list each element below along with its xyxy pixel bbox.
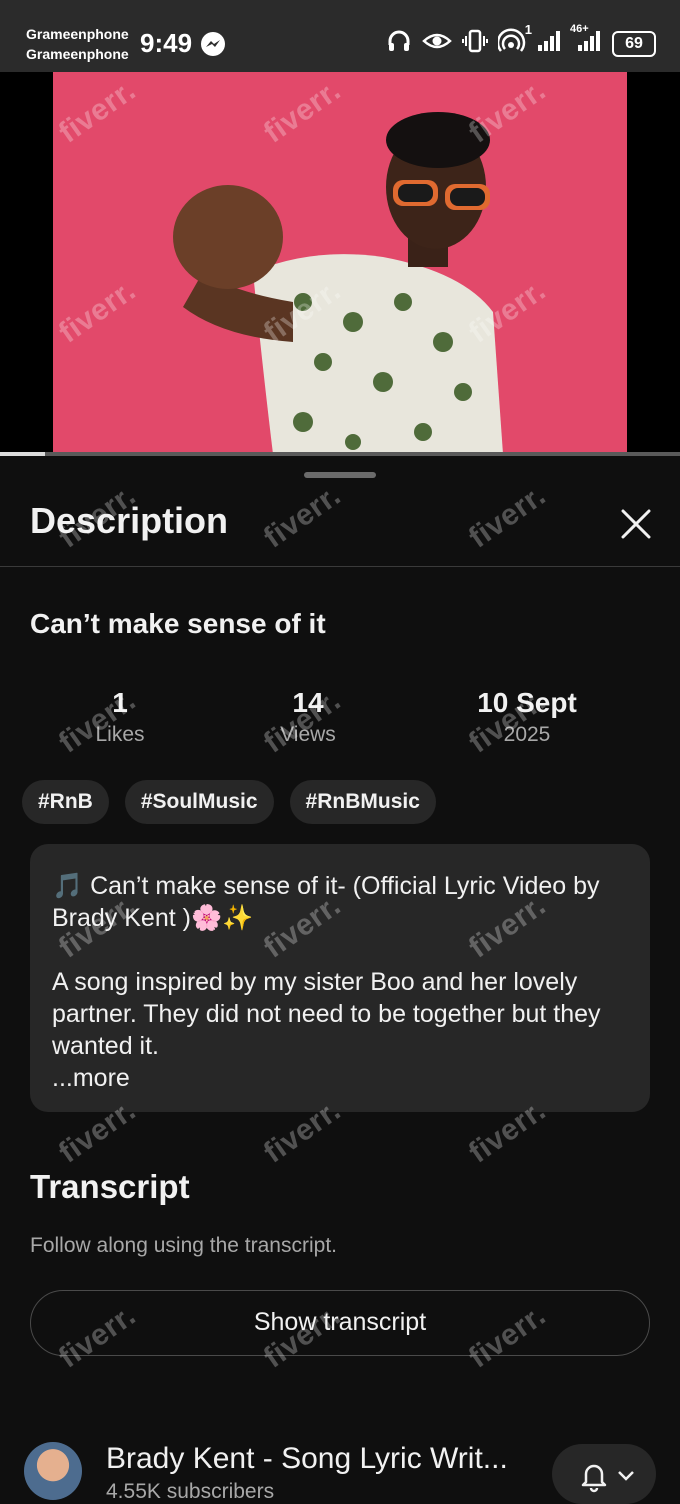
video-thumbnail-figure [173,112,503,454]
clock: 9:49 [140,28,193,58]
hashtag-chip[interactable]: #RnBMusic [289,780,436,824]
video-player[interactable] [0,72,680,454]
channel-name[interactable]: Brady Kent - Song Lyric Writ... [106,1442,508,1476]
transcript-heading: Transcript [30,1168,190,1205]
description-box[interactable]: 🎵 Can’t make sense of it- (Official Lyri… [30,844,650,1112]
network-badge: 46+ [570,23,589,35]
stat-views-label: Views [280,723,336,746]
transcript-subtitle: Follow along using the transcript. [30,1234,337,1257]
hashtag-list: #RnB #SoulMusic #RnBMusic [22,780,436,824]
stat-likes-value: 1 [112,687,128,718]
subscriber-count: 4.55K subscribers [106,1480,275,1503]
bell-icon [581,1464,607,1493]
signal-icon-2: 46+ [570,23,602,58]
panel-title: Description [30,500,229,541]
signal-icon-1 [536,29,562,58]
stat-views: 14 Views [248,686,368,750]
header-divider [0,566,680,567]
show-transcript-button[interactable]: Show transcript [30,1290,650,1356]
channel-row[interactable]: Brady Kent - Song Lyric Writ... 4.55K su… [0,1436,680,1504]
status-icons: 1 46+ 69 [386,22,656,59]
hotspot-icon: 1 [496,22,532,59]
description-line-2: A song inspired by my sister Boo and her… [52,968,601,1060]
chevron-down-icon [618,1471,634,1481]
carrier-2: Grameenphone [26,46,129,62]
messenger-icon [200,31,226,62]
eye-icon [422,28,452,59]
close-button[interactable] [614,502,658,546]
drag-handle[interactable] [304,472,376,478]
more-link[interactable]: ...more [52,1062,628,1094]
video-title: Can’t make sense of it [30,608,326,639]
stat-views-value: 14 [292,687,324,718]
notification-bell-button[interactable] [552,1444,656,1504]
carrier-1: Grameenphone [26,26,129,42]
hashtag-chip[interactable]: #SoulMusic [124,780,274,824]
stat-date-year: 2025 [503,723,551,746]
battery-indicator: 69 [612,30,656,57]
carrier-names: Grameenphone Grameenphone [26,24,129,64]
status-bar: Grameenphone Grameenphone 9:49 1 46+ 69 [0,0,680,72]
stat-likes-label: Likes [95,723,145,746]
headphones-icon [386,28,412,59]
description-line-1: 🎵 Can’t make sense of it- (Official Lyri… [52,872,600,932]
vibrate-icon [462,28,488,59]
hashtag-chip[interactable]: #RnB [22,780,109,824]
stat-date-value: 10 Sept [477,687,577,718]
stat-upload-date: 10 Sept 2025 [447,686,607,750]
channel-avatar[interactable] [24,1442,82,1500]
notification-count: 1 [524,22,532,37]
video-frame[interactable] [53,72,627,454]
close-icon [621,509,651,539]
description-panel: Description Can’t make sense of it 1 Lik… [0,456,680,1504]
stat-likes: 1 Likes [60,686,180,750]
